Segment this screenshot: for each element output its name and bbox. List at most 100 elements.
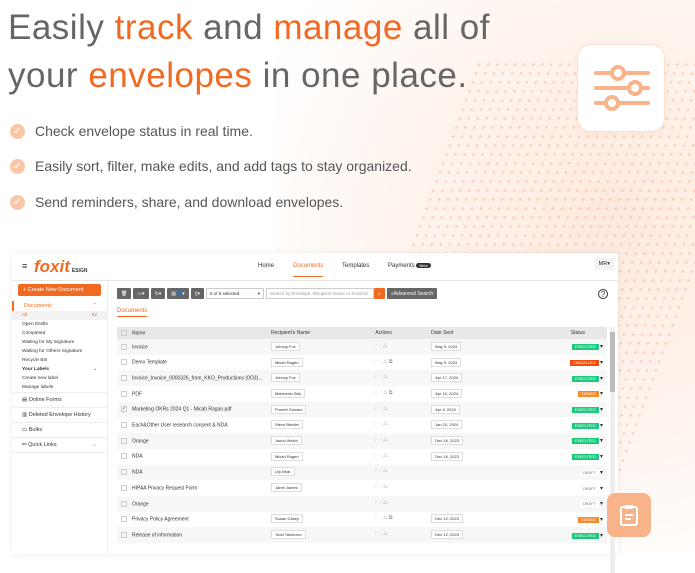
folder-button[interactable]: ▭▾ (133, 288, 149, 299)
row-actions[interactable]: 🗁 △ (371, 370, 428, 387)
selection-dropdown[interactable]: 6 of 6 selected ▾ (206, 288, 265, 299)
row-dropdown-icon[interactable]: ▾ (600, 360, 603, 366)
column-status[interactable]: Status (515, 327, 607, 339)
select-all-checkbox[interactable] (121, 329, 127, 336)
row-actions[interactable]: 🗁 △ (371, 480, 427, 496)
row-actions[interactable]: 🗁 △ (371, 417, 427, 433)
table-row[interactable]: NDA Lily Bear 🗁 △ DRAFT ▾ (117, 464, 607, 481)
row-checkbox[interactable] (121, 375, 127, 382)
row-dropdown-icon[interactable]: ▾ (600, 391, 603, 397)
row-dropdown-icon[interactable]: ▾ (600, 454, 603, 460)
table-row[interactable]: Orange 🗁 △ DRAFT ▾ (117, 495, 607, 512)
table-row[interactable]: PDF Mahender Bist 🗁 △ ⧉ Apr 10, 2024 SIG… (117, 386, 607, 402)
sidebar-quick-links[interactable]: ⚯ Quick Links ⌄ (12, 438, 107, 453)
sidebar-manage-labels[interactable]: Manage labels (12, 383, 107, 393)
document-name[interactable]: NDA (132, 454, 143, 460)
table-row[interactable]: ✓ Marketing OKRs 2024 Q1 - Micah Ragan.pd… (117, 401, 607, 418)
row-checkbox[interactable] (121, 484, 127, 491)
column-name[interactable]: Name (117, 327, 267, 339)
table-row[interactable]: Orange Jason Welch 🗁 △ Dec 16, 2023 EXEC… (117, 433, 607, 449)
row-dropdown-icon[interactable]: ▾ (600, 344, 603, 350)
refresh-button[interactable]: ↻▾ (150, 288, 166, 299)
table-row[interactable]: Each&Other User research consent & NDA S… (117, 417, 607, 433)
row-dropdown-icon[interactable]: ▾ (600, 407, 603, 413)
table-row[interactable]: Invoice Johnny Fox 🗁 △ May 9, 2024 EXECU… (117, 339, 607, 355)
document-name[interactable]: PDF (132, 391, 142, 397)
search-input[interactable]: Search by Envelope, Recipient Name or Em… (266, 288, 375, 299)
document-name[interactable]: NDA (132, 470, 143, 476)
search-button[interactable]: ⌕ (374, 288, 385, 299)
document-name[interactable]: Marketing OKRs 2024 Q1 - Micah Ragan.pdf (132, 407, 232, 413)
document-name[interactable]: Demo Template (132, 360, 167, 366)
row-checkbox[interactable] (121, 359, 127, 366)
row-actions[interactable]: 🗁 △ ⧉ (371, 512, 427, 528)
create-new-document-button[interactable]: + Create New Document (18, 284, 101, 296)
sidebar-bulks[interactable]: ▭ Bulks (12, 423, 107, 438)
column-recipient[interactable]: Recipient's Name (267, 327, 372, 339)
row-actions[interactable]: 🗁 △ ⧉ (371, 386, 427, 402)
row-actions[interactable]: 🗁 △ (371, 464, 428, 481)
row-dropdown-icon[interactable]: ▾ (600, 438, 603, 444)
document-name[interactable]: Invoice_Invoice_0000326_from_KKO_Product… (132, 375, 262, 381)
row-actions[interactable]: 🗁 △ (371, 401, 428, 418)
recipients-button[interactable]: ▤👤▾ (167, 288, 189, 299)
sidebar-item-waiting-me[interactable]: Waiting for My Signature (12, 338, 107, 347)
sidebar-item-open-drafts[interactable]: Open Drafts (12, 320, 107, 329)
row-checkbox[interactable] (121, 531, 127, 538)
row-checkbox[interactable]: ✓ (121, 406, 127, 413)
row-checkbox[interactable] (121, 516, 127, 523)
row-actions[interactable]: 🗁 △ ⧉ (371, 355, 427, 371)
advanced-search-button[interactable]: ⌕ Advanced Search (386, 288, 438, 299)
table-row[interactable]: Release of information Todd Tamburro 🗁 △… (117, 527, 607, 543)
row-checkbox[interactable] (121, 390, 127, 397)
row-dropdown-icon[interactable]: ▾ (600, 517, 603, 523)
table-row[interactable]: Demo Template Micah Ragen 🗁 △ ⧉ May 9, 2… (117, 355, 607, 371)
sidebar-online-forms[interactable]: ▤ Online Forms (12, 393, 107, 408)
nav-home[interactable]: Home (258, 263, 274, 269)
nav-payments[interactable]: Payments Beta (388, 263, 431, 269)
row-dropdown-icon[interactable]: ▾ (600, 486, 603, 492)
nav-documents[interactable]: Documents (293, 263, 324, 277)
help-icon[interactable]: ? (598, 289, 608, 299)
row-dropdown-icon[interactable]: ▾ (600, 501, 603, 507)
document-button[interactable]: ▯▾ (190, 288, 205, 299)
row-dropdown-icon[interactable]: ▾ (600, 376, 603, 382)
user-menu[interactable]: MR▾ (594, 258, 614, 270)
table-row[interactable]: HIPAA Privacy Request Form Janet James 🗁… (117, 480, 607, 496)
row-dropdown-icon[interactable]: ▾ (600, 533, 603, 539)
sidebar-documents[interactable]: Documents ⌃ (12, 301, 107, 311)
row-actions[interactable]: 🗁 △ (371, 339, 428, 355)
document-name[interactable]: Orange (132, 438, 149, 444)
document-name[interactable]: HIPAA Privacy Request Form (132, 485, 197, 491)
row-dropdown-icon[interactable]: ▾ (600, 470, 603, 476)
sidebar-item-waiting-others[interactable]: Waiting for Others Signature (12, 347, 107, 356)
sidebar-item-completed[interactable]: Completed (12, 329, 107, 338)
row-checkbox[interactable] (121, 343, 127, 350)
row-checkbox[interactable] (121, 453, 127, 460)
row-checkbox[interactable] (121, 500, 127, 507)
row-actions[interactable]: 🗁 △ (371, 449, 427, 465)
row-actions[interactable]: 🗁 △ (371, 527, 428, 543)
table-row[interactable]: NDA Micah Ragen 🗁 △ Dec 16, 2023 EXECUTE… (117, 449, 607, 465)
row-actions[interactable]: 🗁 △ (371, 495, 428, 512)
sidebar-item-recycle-bin[interactable]: Recycle Bin (12, 356, 107, 365)
delete-button[interactable]: 🗑 (117, 288, 132, 299)
document-name[interactable]: Privacy Policy Agreement (132, 517, 189, 523)
row-checkbox[interactable] (121, 469, 127, 476)
tab-documents[interactable]: Documents (117, 308, 148, 317)
sidebar-create-label[interactable]: Create new label (12, 374, 107, 383)
sidebar-item-all[interactable]: All 62 (12, 311, 107, 320)
row-dropdown-icon[interactable]: ▾ (600, 423, 603, 429)
document-name[interactable]: Release of information (132, 532, 182, 538)
column-date[interactable]: Date Sent (427, 327, 516, 339)
document-name[interactable]: Orange (132, 501, 149, 507)
document-name[interactable]: Each&Other User research consent & NDA (132, 422, 228, 428)
table-row[interactable]: Invoice_Invoice_0000326_from_KKO_Product… (117, 370, 607, 387)
menu-icon[interactable]: ≡ (22, 261, 27, 271)
nav-templates[interactable]: Templates (342, 263, 369, 269)
document-name[interactable]: Invoice (132, 344, 148, 350)
row-actions[interactable]: 🗁 △ (371, 433, 428, 449)
row-checkbox[interactable] (121, 422, 127, 429)
sidebar-your-labels[interactable]: Your Labels ⌄ (12, 365, 107, 374)
sidebar-deleted-history[interactable]: ▥ Deleted Envelope History (12, 408, 107, 423)
